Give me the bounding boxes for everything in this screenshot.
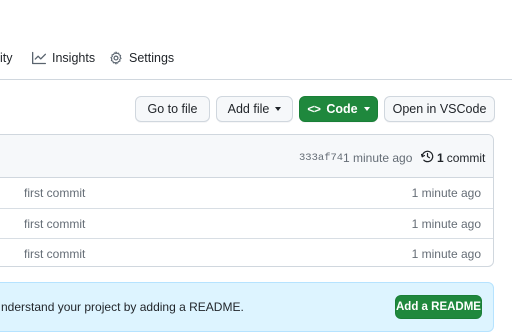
commit-count: 1 — [437, 151, 444, 165]
repo-nav: ity Insights Settings — [0, 0, 512, 65]
readme-banner-text: nderstand your project by adding a READM… — [1, 300, 244, 314]
commit-message-link[interactable]: first commit — [24, 247, 85, 261]
caret-down-icon — [363, 107, 370, 111]
table-row[interactable]: first commit 1 minute ago — [0, 178, 493, 208]
nav-divider — [0, 79, 512, 80]
add-file-button[interactable]: Add file — [216, 96, 293, 122]
add-readme-label: Add a README — [396, 301, 481, 313]
code-icon: <> — [307, 102, 321, 116]
open-in-vscode-label: Open in VSCode — [392, 102, 487, 116]
graph-icon — [32, 51, 46, 65]
caret-down-icon — [275, 107, 282, 111]
commit-time: 1 minute ago — [411, 186, 481, 200]
commit-sha-link[interactable]: 333af74 — [299, 152, 343, 164]
go-to-file-label: Go to file — [147, 102, 198, 116]
tab-insights[interactable]: Insights — [32, 49, 95, 67]
commit-time: 1 minute ago — [411, 217, 481, 231]
add-readme-button[interactable]: Add a README — [395, 295, 482, 319]
gear-icon — [109, 51, 123, 65]
commit-time: 1 minute ago — [411, 247, 481, 261]
go-to-file-button[interactable]: Go to file — [135, 96, 210, 122]
code-button[interactable]: <> Code — [299, 96, 378, 122]
commit-message-link[interactable]: first commit — [24, 217, 85, 231]
tab-security[interactable]: ity — [0, 49, 13, 67]
commit-count-word: commit — [446, 151, 486, 165]
commit-history-link[interactable]: 1 commit — [420, 150, 486, 166]
commit-message-link[interactable]: first commit — [24, 186, 85, 200]
tab-settings-label: Settings — [129, 51, 175, 65]
tab-insights-label: Insights — [52, 51, 96, 65]
code-label: Code — [326, 102, 358, 116]
table-row[interactable]: first commit 1 minute ago — [0, 208, 493, 238]
add-file-label: Add file — [227, 102, 270, 116]
open-in-vscode-button[interactable]: Open in VSCode — [384, 96, 495, 122]
tab-settings[interactable]: Settings — [109, 49, 174, 67]
readme-banner: nderstand your project by adding a READM… — [0, 282, 494, 332]
table-row[interactable]: first commit 1 minute ago — [0, 238, 493, 266]
file-table: 333af74 1 minute ago 1 commit first comm… — [0, 134, 494, 267]
commit-time: 1 minute ago — [343, 151, 413, 165]
history-icon — [420, 150, 434, 166]
latest-commit-header: 333af74 1 minute ago 1 commit — [0, 135, 493, 178]
tab-security-label: ity — [0, 51, 13, 65]
